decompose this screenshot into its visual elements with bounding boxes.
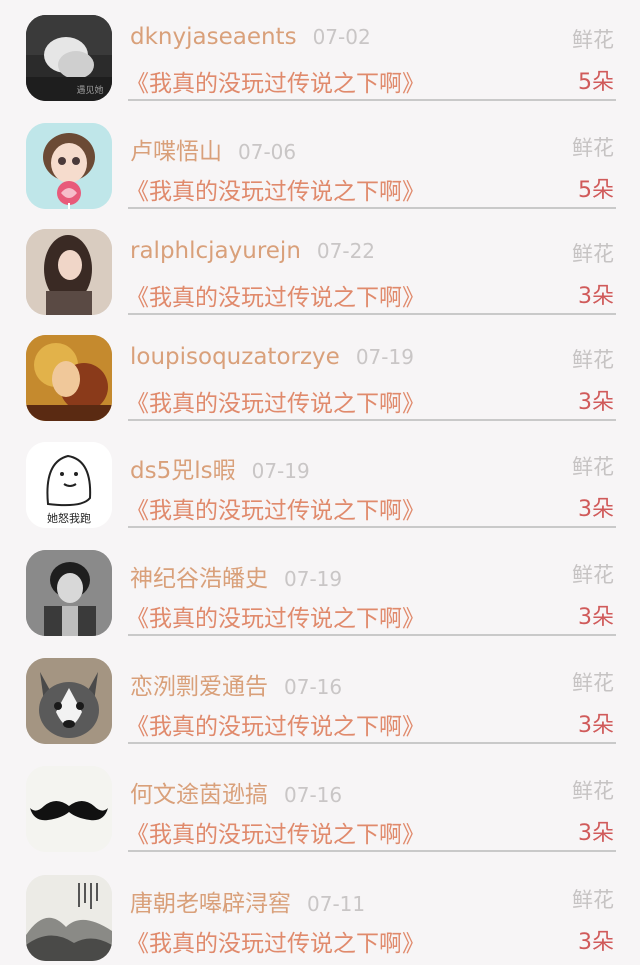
flower-count: 3朵 — [578, 390, 614, 415]
gift-label: 鲜花 — [572, 242, 614, 266]
flower-count: 3朵 — [578, 284, 614, 309]
username[interactable]: 卢喋悟山 — [130, 139, 222, 165]
list-item[interactable]: 卢喋悟山 07-06 鲜花 《我真的没玩过传说之下啊》 5朵 — [0, 108, 640, 215]
username[interactable]: ds5兕ls暇 — [130, 458, 236, 484]
username[interactable]: 神纪谷浩皤史 — [130, 566, 268, 592]
list-item[interactable]: 遇见她 dknyjaseaents 07-02 鲜花 《我真的没玩过传说之下啊》 … — [0, 0, 640, 107]
divider — [128, 742, 616, 744]
book-title[interactable]: 《我真的没玩过传说之下啊》 — [126, 172, 425, 206]
gift-label: 鲜花 — [572, 671, 614, 695]
post-date: 07-16 — [284, 783, 343, 807]
gift-label: 鲜花 — [572, 563, 614, 587]
post-date: 07-02 — [312, 25, 371, 49]
dark-photo-hands-icon: 遇见她 — [26, 15, 112, 101]
gift-label: 鲜花 — [572, 136, 614, 160]
book-title[interactable]: 《我真的没玩过传说之下啊》 — [126, 384, 425, 418]
book-title[interactable]: 《我真的没玩过传说之下啊》 — [126, 491, 425, 525]
list-item[interactable]: 恋洌剽爱通告 07-16 鲜花 《我真的没玩过传说之下啊》 3朵 — [0, 643, 640, 750]
divider — [128, 850, 616, 852]
flower-count: 3朵 — [578, 713, 614, 738]
flower-count: 3朵 — [578, 497, 614, 522]
list-item[interactable]: 神纪谷浩皤史 07-19 鲜花 《我真的没玩过传说之下啊》 3朵 — [0, 535, 640, 642]
gift-label: 鲜花 — [572, 888, 614, 912]
username[interactable]: dknyjaseaents — [130, 24, 297, 50]
post-date: 07-22 — [316, 239, 376, 263]
post-date: 07-19 — [251, 459, 310, 483]
book-title[interactable]: 《我真的没玩过传说之下啊》 — [126, 64, 425, 98]
gift-label: 鲜花 — [572, 348, 614, 372]
divider — [128, 99, 616, 101]
list-item[interactable]: 唐朝老嗥辟浔窖 07-11 鲜花 《我真的没玩过传说之下啊》 3朵 — [0, 860, 640, 965]
avatar-caption: 她怒我跑 — [47, 511, 91, 525]
post-date: 07-19 — [355, 345, 414, 369]
user-avatar[interactable]: 遇见她 — [26, 15, 112, 101]
book-title[interactable]: 《我真的没玩过传说之下啊》 — [126, 815, 425, 849]
divider — [128, 313, 616, 315]
user-avatar[interactable] — [26, 335, 112, 421]
book-title[interactable]: 《我真的没玩过传说之下啊》 — [126, 599, 425, 633]
long-hair-girl-icon — [26, 229, 112, 315]
post-date: 07-11 — [307, 892, 366, 916]
cartoon-girl-lollipop-icon — [26, 123, 112, 209]
book-title[interactable]: 《我真的没玩过传说之下啊》 — [126, 924, 425, 958]
user-avatar[interactable] — [26, 229, 112, 315]
divider — [128, 526, 616, 528]
list-item[interactable]: ralphlcjayurejn 07-22 鲜花 《我真的没玩过传说之下啊》 3朵 — [0, 214, 640, 321]
post-date: 07-16 — [284, 675, 343, 699]
husky-dog-icon — [26, 658, 112, 744]
user-avatar[interactable] — [26, 550, 112, 636]
username[interactable]: 唐朝老嗥辟浔窖 — [130, 891, 291, 917]
divider — [128, 207, 616, 209]
book-title[interactable]: 《我真的没玩过传说之下啊》 — [126, 707, 425, 741]
post-date: 07-19 — [284, 567, 343, 591]
username[interactable]: ralphlcjayurejn — [130, 238, 301, 264]
book-title[interactable]: 《我真的没玩过传说之下啊》 — [126, 278, 425, 312]
doodle-ghost-icon: 她怒我跑 — [26, 442, 112, 528]
divider — [128, 634, 616, 636]
username[interactable]: loupisoquzatorzye — [130, 344, 340, 370]
post-date: 07-06 — [238, 140, 297, 164]
ink-landscape-icon — [26, 875, 112, 961]
list-item[interactable]: loupisoquzatorzye 07-19 鲜花 《我真的没玩过传说之下啊》 … — [0, 320, 640, 427]
flower-count: 5朵 — [578, 70, 614, 95]
list-item[interactable]: 何文途茵逊搞 07-16 鲜花 《我真的没玩过传说之下啊》 3朵 — [0, 751, 640, 858]
donation-list: 遇见她 dknyjaseaents 07-02 鲜花 《我真的没玩过传说之下啊》 … — [0, 0, 640, 965]
warm-collage-icon — [26, 335, 112, 421]
avatar-caption: 遇见她 — [76, 84, 103, 96]
flower-count: 5朵 — [578, 178, 614, 203]
username[interactable]: 恋洌剽爱通告 — [130, 674, 268, 700]
gift-label: 鲜花 — [572, 779, 614, 803]
flower-count: 3朵 — [578, 930, 614, 955]
user-avatar[interactable] — [26, 875, 112, 961]
gift-label: 鲜花 — [572, 455, 614, 479]
bw-young-man-icon — [26, 550, 112, 636]
gift-label: 鲜花 — [572, 28, 614, 52]
mustache-icon — [26, 766, 112, 852]
user-avatar[interactable] — [26, 123, 112, 209]
flower-count: 3朵 — [578, 821, 614, 846]
divider — [128, 419, 616, 421]
user-avatar[interactable] — [26, 766, 112, 852]
list-item[interactable]: 她怒我跑 ds5兕ls暇 07-19 鲜花 《我真的没玩过传说之下啊》 3朵 — [0, 427, 640, 534]
flower-count: 3朵 — [578, 605, 614, 630]
username[interactable]: 何文途茵逊搞 — [130, 782, 268, 808]
user-avatar[interactable] — [26, 658, 112, 744]
user-avatar[interactable]: 她怒我跑 — [26, 442, 112, 528]
